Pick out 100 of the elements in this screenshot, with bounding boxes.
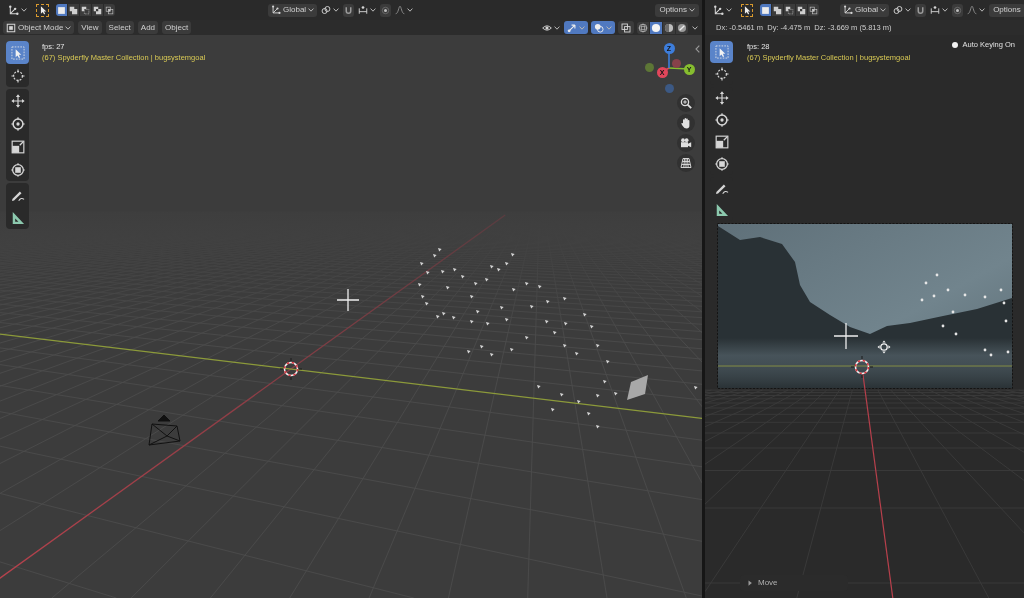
four-arrows-icon	[10, 93, 25, 108]
xray-toggle[interactable]	[618, 21, 634, 34]
particle-marker	[490, 265, 494, 269]
pivot-dropdown[interactable]	[892, 3, 913, 17]
ruler-icon	[10, 210, 25, 225]
tool-button[interactable]	[710, 41, 733, 63]
menu-item[interactable]: View	[78, 21, 102, 34]
particle-marker	[436, 315, 440, 319]
overlapping-squares-icon	[773, 5, 782, 15]
diagonal-arrow-icon	[567, 22, 577, 33]
target-dot-icon	[953, 5, 963, 15]
select-mode-button[interactable]	[772, 4, 783, 16]
ring-square-icon	[714, 157, 729, 171]
shaded-sphere-icon	[677, 22, 687, 33]
active-tool-indicator[interactable]	[741, 3, 753, 17]
axis-handle[interactable]	[671, 58, 681, 68]
particle-marker	[941, 324, 945, 328]
axes-icon	[271, 5, 281, 15]
particle-marker	[490, 353, 494, 357]
orientation-dropdown[interactable]: Global	[268, 3, 318, 17]
caret-icon	[692, 25, 698, 30]
magnifier-icon	[680, 97, 692, 109]
crosshair-icon	[10, 68, 25, 83]
select-mode-button[interactable]	[80, 4, 91, 16]
particle-marker	[614, 392, 618, 396]
particle-marker	[426, 271, 430, 275]
caret-icon	[579, 25, 585, 30]
falloff-dropdown[interactable]	[966, 3, 987, 17]
select-mode-button[interactable]	[808, 4, 819, 16]
menu-item[interactable]: Select	[105, 21, 134, 34]
particle-marker	[470, 320, 474, 324]
overlay-toggle[interactable]	[591, 21, 615, 34]
cross-marker	[336, 288, 360, 312]
proportional-edit-toggle[interactable]	[952, 3, 964, 17]
shading-mode-button[interactable]	[637, 21, 649, 34]
shading-mode-button[interactable]	[650, 21, 662, 34]
mode-dropdown[interactable]: Object Mode	[3, 21, 75, 34]
tool-button[interactable]	[6, 41, 29, 64]
gizmo-toggle[interactable]	[564, 21, 588, 34]
particle-marker	[1006, 350, 1010, 354]
rings-icon	[893, 5, 904, 15]
caret-icon	[880, 8, 887, 12]
active-tool-indicator[interactable]	[36, 3, 49, 17]
falloff-dropdown[interactable]	[394, 3, 415, 17]
crosshair-icon	[714, 67, 729, 81]
options-dropdown[interactable]: Options	[989, 3, 1024, 17]
target-dot-icon	[381, 5, 391, 15]
chevron-left-icon[interactable]	[695, 45, 700, 53]
caret-icon	[979, 8, 986, 12]
proportional-edit-toggle[interactable]	[380, 3, 392, 17]
select-mode-button[interactable]	[56, 4, 67, 16]
particle-marker	[512, 288, 516, 292]
editor-type-button[interactable]	[7, 3, 28, 17]
particle-marker	[510, 348, 514, 352]
axis-handle[interactable]	[644, 62, 654, 72]
select-mode-button[interactable]	[68, 4, 79, 16]
select-mode-button[interactable]	[784, 4, 795, 16]
particle-marker	[563, 297, 567, 301]
particle-marker	[989, 353, 993, 357]
editor-type-button[interactable]	[712, 3, 733, 17]
move-gizmo-icon	[877, 340, 891, 354]
particle-marker	[497, 268, 501, 272]
select-mode-button[interactable]	[760, 4, 771, 16]
particle-marker	[596, 344, 600, 348]
ring-icon	[714, 113, 729, 127]
options-dropdown[interactable]: Options	[655, 3, 699, 17]
grid-icon	[680, 157, 692, 169]
snap-toggle[interactable]	[915, 3, 927, 17]
square-icon	[57, 5, 66, 15]
particle-marker	[525, 282, 529, 286]
caret-icon	[905, 8, 912, 12]
shading-mode-button[interactable]	[663, 21, 675, 34]
particle-marker	[452, 316, 456, 320]
particle-marker	[560, 393, 564, 397]
snap-toggle[interactable]	[343, 3, 355, 17]
overlapping-squares-icon	[809, 5, 818, 15]
snap-target-dropdown[interactable]	[357, 3, 378, 17]
menu-item[interactable]: Add	[137, 21, 159, 34]
select-mode-button[interactable]	[104, 4, 115, 16]
magnet-icon	[344, 5, 354, 15]
axis-handle[interactable]	[664, 83, 674, 93]
pivot-dropdown[interactable]	[320, 3, 341, 17]
caret-icon	[606, 25, 612, 30]
select-mode-button[interactable]	[92, 4, 103, 16]
orientation-dropdown[interactable]: Global	[840, 3, 890, 17]
shading-mode-button[interactable]	[676, 21, 688, 34]
particle-marker	[551, 408, 555, 412]
overlapping-circles-icon	[594, 22, 604, 33]
particle-marker	[530, 305, 534, 309]
ring-icon	[10, 116, 25, 131]
pointer-box-icon	[10, 45, 25, 60]
snap-target-dropdown[interactable]	[929, 3, 950, 17]
select-mode-button[interactable]	[796, 4, 807, 16]
menu-item[interactable]: Object	[162, 21, 192, 34]
axes-icon	[713, 4, 724, 16]
particle-marker	[505, 262, 509, 266]
operator-panel-header[interactable]: Move	[740, 575, 848, 591]
particle-marker	[441, 270, 445, 274]
caret-icon	[333, 8, 340, 12]
caret-icon	[308, 8, 315, 12]
